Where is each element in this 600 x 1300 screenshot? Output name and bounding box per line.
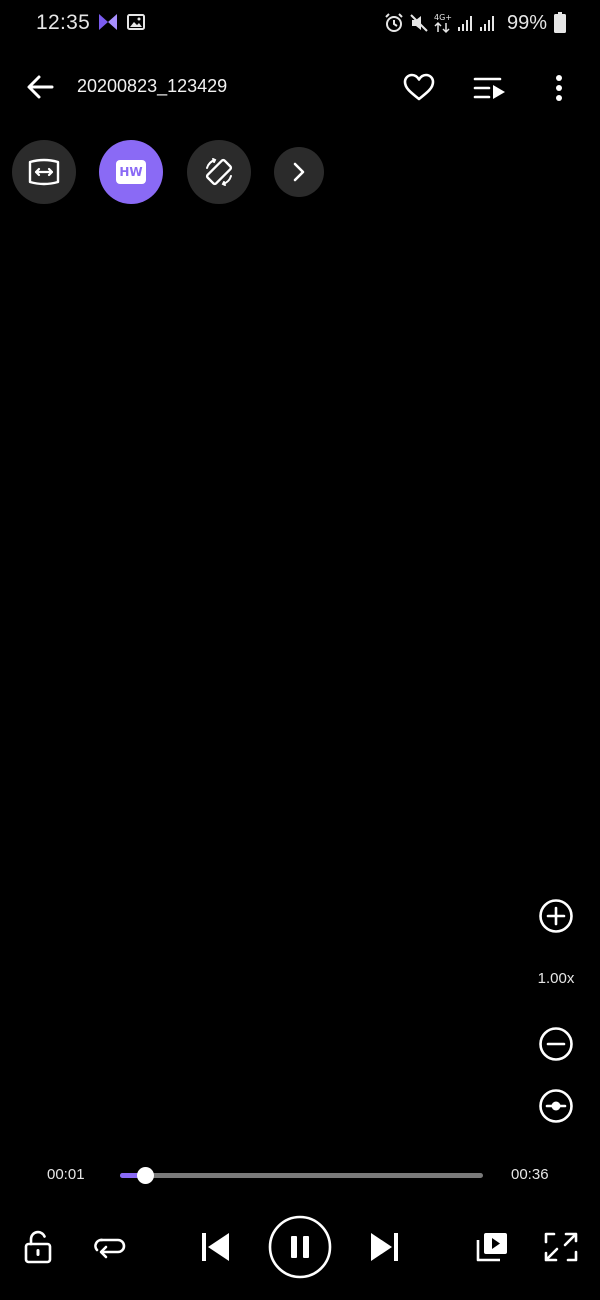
zoom-out-icon — [539, 1027, 573, 1061]
more-options-button[interactable] — [551, 74, 567, 102]
back-button[interactable] — [26, 73, 54, 101]
hw-decoder-icon: HW — [116, 160, 146, 184]
hw-label: HW — [119, 165, 143, 179]
elapsed-time: 00:01 — [47, 1166, 85, 1183]
chevron-right-icon — [293, 162, 305, 182]
svg-text:4G+: 4G+ — [434, 13, 452, 22]
repeat-icon — [94, 1238, 126, 1259]
aspect-ratio-button[interactable] — [12, 140, 76, 204]
next-icon — [371, 1233, 398, 1261]
more-quick-buttons[interactable] — [274, 147, 324, 197]
playlist-icon — [473, 77, 505, 99]
popup-play-button[interactable] — [475, 1231, 509, 1263]
battery-percentage: 99% — [507, 12, 548, 34]
playlist-button[interactable] — [473, 76, 506, 102]
app-icon — [98, 13, 118, 31]
more-options-icon — [556, 75, 562, 101]
pause-icon — [268, 1215, 332, 1279]
zoom-reset-button[interactable] — [538, 1088, 574, 1124]
aspect-ratio-icon — [28, 158, 60, 186]
arrow-left-icon — [27, 75, 54, 99]
seek-bar-thumb[interactable] — [136, 1167, 154, 1184]
rotate-screen-button[interactable] — [187, 140, 251, 204]
hw-decoder-button[interactable]: HW — [99, 140, 163, 204]
popup-play-icon — [476, 1233, 507, 1262]
zoom-out-button[interactable] — [538, 1026, 574, 1062]
next-button[interactable] — [370, 1231, 400, 1263]
gallery-icon — [127, 14, 145, 30]
alarm-icon — [384, 13, 404, 33]
zoom-in-button[interactable] — [538, 898, 574, 934]
video-title: 20200823_123429 — [77, 76, 228, 96]
total-time: 00:36 — [511, 1166, 549, 1183]
battery-icon — [554, 12, 566, 33]
fullscreen-icon — [544, 1232, 578, 1262]
4g-icon: 4G+ — [434, 12, 454, 34]
repeat-button[interactable] — [92, 1235, 126, 1261]
favorite-button[interactable] — [403, 73, 435, 101]
rotate-screen-icon — [205, 158, 233, 186]
signal-icon — [479, 14, 495, 32]
previous-button[interactable] — [200, 1231, 230, 1263]
previous-icon — [202, 1233, 229, 1261]
unlock-icon — [24, 1230, 52, 1264]
favorite-icon — [403, 73, 435, 101]
mute-icon — [409, 13, 429, 33]
status-time: 12:35 — [36, 11, 91, 34]
fullscreen-button[interactable] — [544, 1232, 578, 1262]
screen-lock-button[interactable] — [24, 1230, 52, 1264]
zoom-level: 1.00x — [537, 970, 575, 987]
zoom-in-icon — [539, 899, 573, 933]
zoom-reset-icon — [539, 1089, 573, 1123]
seek-bar[interactable] — [120, 1167, 483, 1184]
signal-icon — [457, 14, 473, 32]
play-pause-button[interactable] — [268, 1215, 332, 1279]
